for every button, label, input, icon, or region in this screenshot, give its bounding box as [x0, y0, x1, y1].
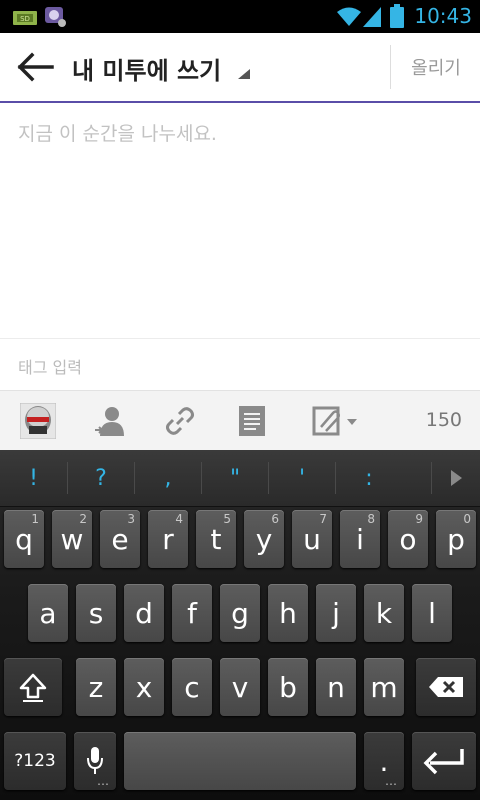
- key-g[interactable]: g: [220, 584, 260, 642]
- media-icon: [44, 6, 68, 32]
- key-hint: 6: [271, 512, 279, 526]
- more-dots-icon: …: [97, 774, 110, 788]
- key-j[interactable]: j: [316, 584, 356, 642]
- suggestion-strip: ! ? , " ' :: [0, 450, 480, 507]
- status-bar: SD 10:43: [0, 0, 480, 33]
- key-u[interactable]: u7: [292, 510, 332, 568]
- microphone-icon: [87, 747, 103, 774]
- symbols-key[interactable]: ?123: [4, 732, 66, 790]
- key-label: q: [15, 522, 33, 556]
- suggestion-item[interactable]: :: [336, 450, 402, 506]
- enter-key[interactable]: [412, 732, 476, 790]
- clock: 10:43: [414, 4, 472, 28]
- backspace-key[interactable]: [416, 658, 476, 716]
- battery-icon: [390, 4, 404, 32]
- back-button[interactable]: [16, 52, 56, 82]
- key-label: u: [303, 522, 321, 556]
- attach-icon[interactable]: [310, 401, 360, 441]
- divider: [390, 45, 391, 89]
- link-icon[interactable]: [160, 401, 200, 441]
- app-bar: 내 미투에 쓰기 올리기: [0, 33, 480, 101]
- suggestion-item[interactable]: !: [0, 450, 67, 506]
- key-x[interactable]: x: [124, 658, 164, 716]
- key-hint: 7: [319, 512, 327, 526]
- key-q[interactable]: q1: [4, 510, 44, 568]
- space-key[interactable]: [124, 732, 356, 790]
- key-e[interactable]: e3: [100, 510, 140, 568]
- key-label: i: [356, 522, 364, 556]
- page-title[interactable]: 내 미투에 쓰기: [72, 51, 221, 86]
- wifi-icon: [336, 6, 362, 32]
- enter-icon: [423, 749, 464, 775]
- key-hint: 8: [367, 512, 375, 526]
- key-a[interactable]: a: [28, 584, 68, 642]
- key-d[interactable]: d: [124, 584, 164, 642]
- key-r[interactable]: r4: [148, 510, 188, 568]
- triangle-right-icon: [451, 470, 462, 486]
- sd-card-icon: SD: [12, 9, 38, 31]
- suggestion-item[interactable]: ,: [135, 450, 201, 506]
- key-i[interactable]: i8: [340, 510, 380, 568]
- key-n[interactable]: n: [316, 658, 356, 716]
- voice-input-key[interactable]: …: [74, 732, 116, 790]
- key-z[interactable]: z: [76, 658, 116, 716]
- tag-placeholder: 태그 입력: [18, 358, 82, 377]
- tag-input[interactable]: 태그 입력: [0, 338, 480, 391]
- key-k[interactable]: k: [364, 584, 404, 642]
- compose-toolbar: 150: [0, 390, 480, 451]
- key-b[interactable]: b: [268, 658, 308, 716]
- key-f[interactable]: f: [172, 584, 212, 642]
- key-s[interactable]: s: [76, 584, 116, 642]
- suggestion-item[interactable]: ': [269, 450, 335, 506]
- post-button[interactable]: 올리기: [392, 33, 480, 101]
- dropdown-triangle-icon[interactable]: [238, 69, 250, 79]
- avatar[interactable]: [18, 401, 58, 441]
- char-counter: 150: [425, 409, 462, 431]
- key-o[interactable]: o9: [388, 510, 428, 568]
- message-input[interactable]: 지금 이 순간을 나누세요.: [0, 103, 480, 338]
- key-label: .: [379, 744, 389, 778]
- document-icon[interactable]: [232, 401, 272, 441]
- key-label: y: [255, 522, 273, 556]
- key-label: t: [210, 522, 222, 556]
- key-m[interactable]: m: [364, 658, 404, 716]
- key-hint: 4: [175, 512, 183, 526]
- key-label: w: [60, 522, 84, 556]
- key-label: r: [162, 522, 174, 556]
- message-placeholder: 지금 이 순간을 나누세요.: [18, 123, 217, 145]
- key-hint: 1: [31, 512, 39, 526]
- more-dots-icon: …: [385, 774, 398, 788]
- svg-text:SD: SD: [20, 15, 30, 23]
- shift-key[interactable]: [4, 658, 62, 716]
- key-hint: 2: [79, 512, 87, 526]
- key-hint: 9: [415, 512, 423, 526]
- key-hint: 5: [223, 512, 231, 526]
- signal-icon: [362, 6, 382, 32]
- backspace-icon: [429, 677, 463, 697]
- period-key[interactable]: .…: [364, 732, 404, 790]
- soft-keyboard: ! ? , " ' : q1 w2 e3 r4 t5 y6 u7 i8 o9 p…: [0, 450, 480, 800]
- key-hint: 0: [463, 512, 471, 526]
- key-label: e: [111, 522, 129, 556]
- suggestion-item[interactable]: ": [202, 450, 268, 506]
- key-w[interactable]: w2: [52, 510, 92, 568]
- user-icon[interactable]: [90, 401, 130, 441]
- key-t[interactable]: t5: [196, 510, 236, 568]
- key-label: o: [399, 522, 417, 556]
- key-c[interactable]: c: [172, 658, 212, 716]
- shift-icon: [19, 673, 47, 702]
- expand-suggestions-button[interactable]: [432, 450, 480, 506]
- key-p[interactable]: p0: [436, 510, 476, 568]
- arrow-left-icon: [17, 52, 54, 82]
- key-v[interactable]: v: [220, 658, 260, 716]
- key-hint: 3: [127, 512, 135, 526]
- key-label: p: [447, 522, 465, 556]
- key-h[interactable]: h: [268, 584, 308, 642]
- key-y[interactable]: y6: [244, 510, 284, 568]
- key-l[interactable]: l: [412, 584, 452, 642]
- suggestion-item[interactable]: ?: [68, 450, 134, 506]
